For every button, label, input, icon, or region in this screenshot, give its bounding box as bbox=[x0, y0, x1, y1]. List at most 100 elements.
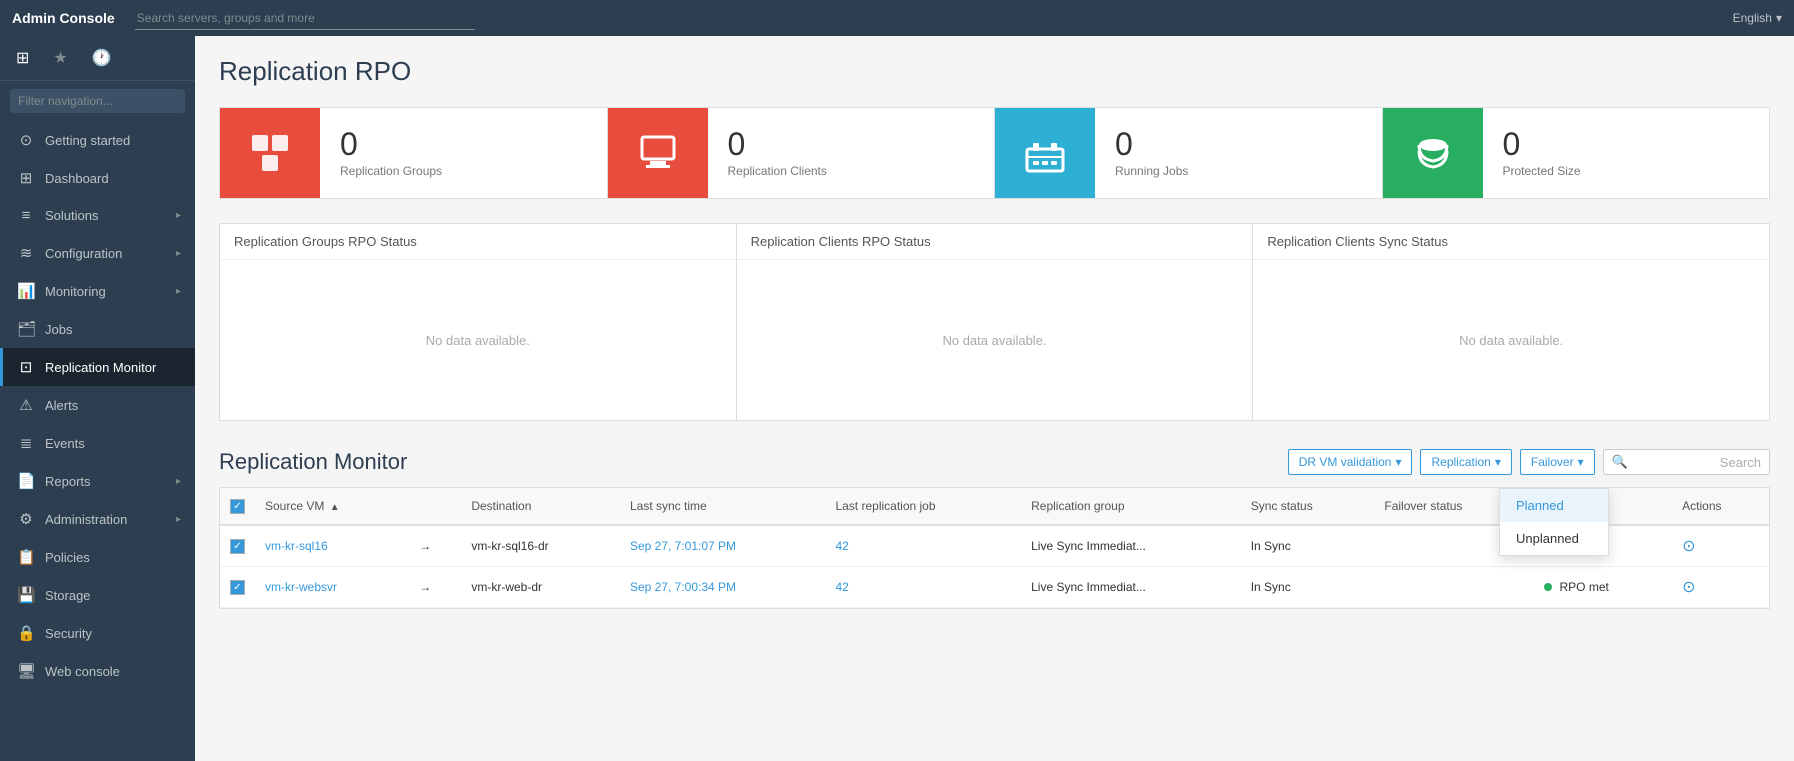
sidebar-item-getting-started[interactable]: ⊙ Getting started bbox=[0, 121, 195, 159]
sidebar-label-administration: Administration bbox=[45, 512, 166, 527]
row1-last-job: 42 bbox=[825, 525, 1021, 567]
row2-actions-button[interactable]: ⊙ bbox=[1682, 577, 1695, 597]
dropdown-item-planned[interactable]: Planned bbox=[1500, 489, 1608, 522]
section-controls: DR VM validation ▾ Replication ▾ Failove… bbox=[1288, 449, 1770, 475]
replication-monitor-icon: ⊡ bbox=[17, 358, 35, 376]
replication-groups-icon bbox=[220, 108, 320, 198]
administration-expand-icon: ▸ bbox=[176, 514, 181, 525]
table-header-destination[interactable]: Destination bbox=[461, 488, 620, 525]
running-jobs-label: Running Jobs bbox=[1115, 164, 1188, 178]
row2-last-job-link[interactable]: 42 bbox=[835, 580, 848, 594]
configuration-icon: ≋ bbox=[17, 244, 35, 262]
sidebar-item-solutions[interactable]: ≡ Solutions ▸ bbox=[0, 197, 195, 234]
row1-source-vm: vm-kr-sql16 bbox=[255, 525, 409, 567]
jobs-icon: 🗂 bbox=[17, 320, 35, 338]
sidebar-item-web-console[interactable]: 🖥 Web console bbox=[0, 652, 195, 690]
row2-last-sync-link[interactable]: Sep 27, 7:00:34 PM bbox=[630, 580, 736, 594]
sidebar-filter[interactable] bbox=[0, 81, 195, 121]
sidebar-grid-icon[interactable]: ⊞ bbox=[12, 44, 33, 72]
sidebar-item-administration[interactable]: ⚙ Administration ▸ bbox=[0, 500, 195, 538]
table-row: vm-kr-websvr → vm-kr-web-dr Sep 27, 7:00… bbox=[220, 567, 1769, 608]
administration-icon: ⚙ bbox=[17, 510, 35, 528]
sidebar-item-storage[interactable]: 💾 Storage bbox=[0, 576, 195, 614]
stat-card-protected-size: 0 Protected Size bbox=[1383, 108, 1770, 198]
monitoring-icon: 📊 bbox=[17, 282, 35, 300]
replication-clients-body: 0 Replication Clients bbox=[708, 112, 847, 194]
sidebar-item-dashboard[interactable]: ⊞ Dashboard bbox=[0, 159, 195, 197]
replication-filter[interactable]: Replication ▾ bbox=[1420, 449, 1511, 475]
sidebar-item-security[interactable]: 🔒 Security bbox=[0, 614, 195, 652]
sidebar-label-monitoring: Monitoring bbox=[45, 284, 166, 299]
row1-last-job-link[interactable]: 42 bbox=[835, 539, 848, 553]
row2-destination: vm-kr-web-dr bbox=[461, 567, 620, 608]
row2-source-vm: vm-kr-websvr bbox=[255, 567, 409, 608]
monitor-search-box[interactable]: 🔍 Search bbox=[1603, 449, 1770, 475]
row1-checkbox[interactable] bbox=[230, 539, 245, 554]
language-label: English bbox=[1733, 11, 1772, 25]
sidebar: ⊞ ★ 🕐 ⊙ Getting started ⊞ Dashboard ≡ So… bbox=[0, 36, 195, 761]
monitor-search-input[interactable] bbox=[1634, 455, 1714, 469]
sidebar-item-policies[interactable]: 📋 Policies bbox=[0, 538, 195, 576]
global-search[interactable] bbox=[135, 7, 475, 30]
sidebar-label-alerts: Alerts bbox=[45, 398, 181, 413]
replication-clients-label: Replication Clients bbox=[728, 164, 827, 178]
running-jobs-number: 0 bbox=[1115, 128, 1188, 160]
security-icon: 🔒 bbox=[17, 624, 35, 642]
getting-started-icon: ⊙ bbox=[17, 131, 35, 149]
row1-arrow-cell: → bbox=[409, 525, 461, 567]
failover-filter[interactable]: Failover ▾ bbox=[1520, 449, 1595, 475]
configuration-expand-icon: ▸ bbox=[176, 248, 181, 259]
policies-icon: 📋 bbox=[17, 548, 35, 566]
language-chevron-icon: ▾ bbox=[1776, 11, 1782, 25]
language-selector[interactable]: English ▾ bbox=[1733, 11, 1782, 25]
dr-vm-validation-filter[interactable]: DR VM validation ▾ bbox=[1288, 449, 1413, 475]
table-header-rep-group[interactable]: Replication group bbox=[1021, 488, 1241, 525]
table-header-last-sync[interactable]: Last sync time bbox=[620, 488, 825, 525]
top-bar: Admin Console English ▾ bbox=[0, 0, 1794, 36]
source-vm-sort-icon: ▲ bbox=[330, 502, 340, 513]
row2-rpo-status: RPO met bbox=[1534, 567, 1672, 608]
sidebar-history-icon[interactable]: 🕐 bbox=[88, 44, 116, 72]
global-search-input[interactable] bbox=[135, 7, 475, 30]
row1-last-sync-link[interactable]: Sep 27, 7:01:07 PM bbox=[630, 539, 736, 553]
dashboard-icon: ⊞ bbox=[17, 169, 35, 187]
stat-card-replication-groups: 0 Replication Groups bbox=[220, 108, 608, 198]
page-title: Replication RPO bbox=[219, 56, 1770, 87]
sidebar-item-jobs[interactable]: 🗂 Jobs bbox=[0, 310, 195, 348]
sidebar-item-reports[interactable]: 📄 Reports ▸ bbox=[0, 462, 195, 500]
dropdown-item-unplanned[interactable]: Unplanned bbox=[1500, 522, 1608, 555]
rpo-panel-groups-body: No data available. bbox=[220, 260, 736, 420]
sidebar-item-monitoring[interactable]: 📊 Monitoring ▸ bbox=[0, 272, 195, 310]
failover-label: Failover bbox=[1531, 455, 1574, 469]
main-layout: ⊞ ★ 🕐 ⊙ Getting started ⊞ Dashboard ≡ So… bbox=[0, 36, 1794, 761]
row1-checkbox-cell bbox=[220, 525, 255, 567]
reports-icon: 📄 bbox=[17, 472, 35, 490]
replication-groups-number: 0 bbox=[340, 128, 442, 160]
row2-last-job: 42 bbox=[825, 567, 1021, 608]
search-icon: 🔍 bbox=[1612, 454, 1628, 470]
sidebar-item-replication-monitor[interactable]: ⊡ Replication Monitor bbox=[0, 348, 195, 386]
table-header-sync-status[interactable]: Sync status bbox=[1241, 488, 1375, 525]
replication-clients-icon bbox=[608, 108, 708, 198]
sidebar-item-alerts[interactable]: ⚠ Alerts bbox=[0, 386, 195, 424]
main-content: Replication RPO 0 Replication Groups bbox=[195, 36, 1794, 761]
rpo-panel-clients-rpo: Replication Clients RPO Status No data a… bbox=[736, 223, 1254, 421]
row2-source-vm-link[interactable]: vm-kr-websvr bbox=[265, 580, 337, 594]
solutions-icon: ≡ bbox=[17, 207, 35, 224]
sidebar-item-events[interactable]: ≣ Events bbox=[0, 424, 195, 462]
sidebar-star-icon[interactable]: ★ bbox=[49, 44, 71, 72]
row1-last-sync: Sep 27, 7:01:07 PM bbox=[620, 525, 825, 567]
rpo-panel-groups-status: Replication Groups RPO Status No data av… bbox=[219, 223, 737, 421]
row2-checkbox[interactable] bbox=[230, 580, 245, 595]
table-header-checkbox bbox=[220, 488, 255, 525]
storage-icon: 💾 bbox=[17, 586, 35, 604]
app-title: Admin Console bbox=[12, 10, 115, 26]
row1-actions-button[interactable]: ⊙ bbox=[1682, 536, 1695, 556]
row1-source-vm-link[interactable]: vm-kr-sql16 bbox=[265, 539, 328, 553]
table-select-all-checkbox[interactable] bbox=[230, 499, 245, 514]
sidebar-item-configuration[interactable]: ≋ Configuration ▸ bbox=[0, 234, 195, 272]
table-header-last-job[interactable]: Last replication job bbox=[825, 488, 1021, 525]
table-header-source-vm[interactable]: Source VM ▲ bbox=[255, 488, 409, 525]
row1-sync-status: In Sync bbox=[1241, 525, 1375, 567]
sidebar-filter-input[interactable] bbox=[10, 89, 185, 113]
